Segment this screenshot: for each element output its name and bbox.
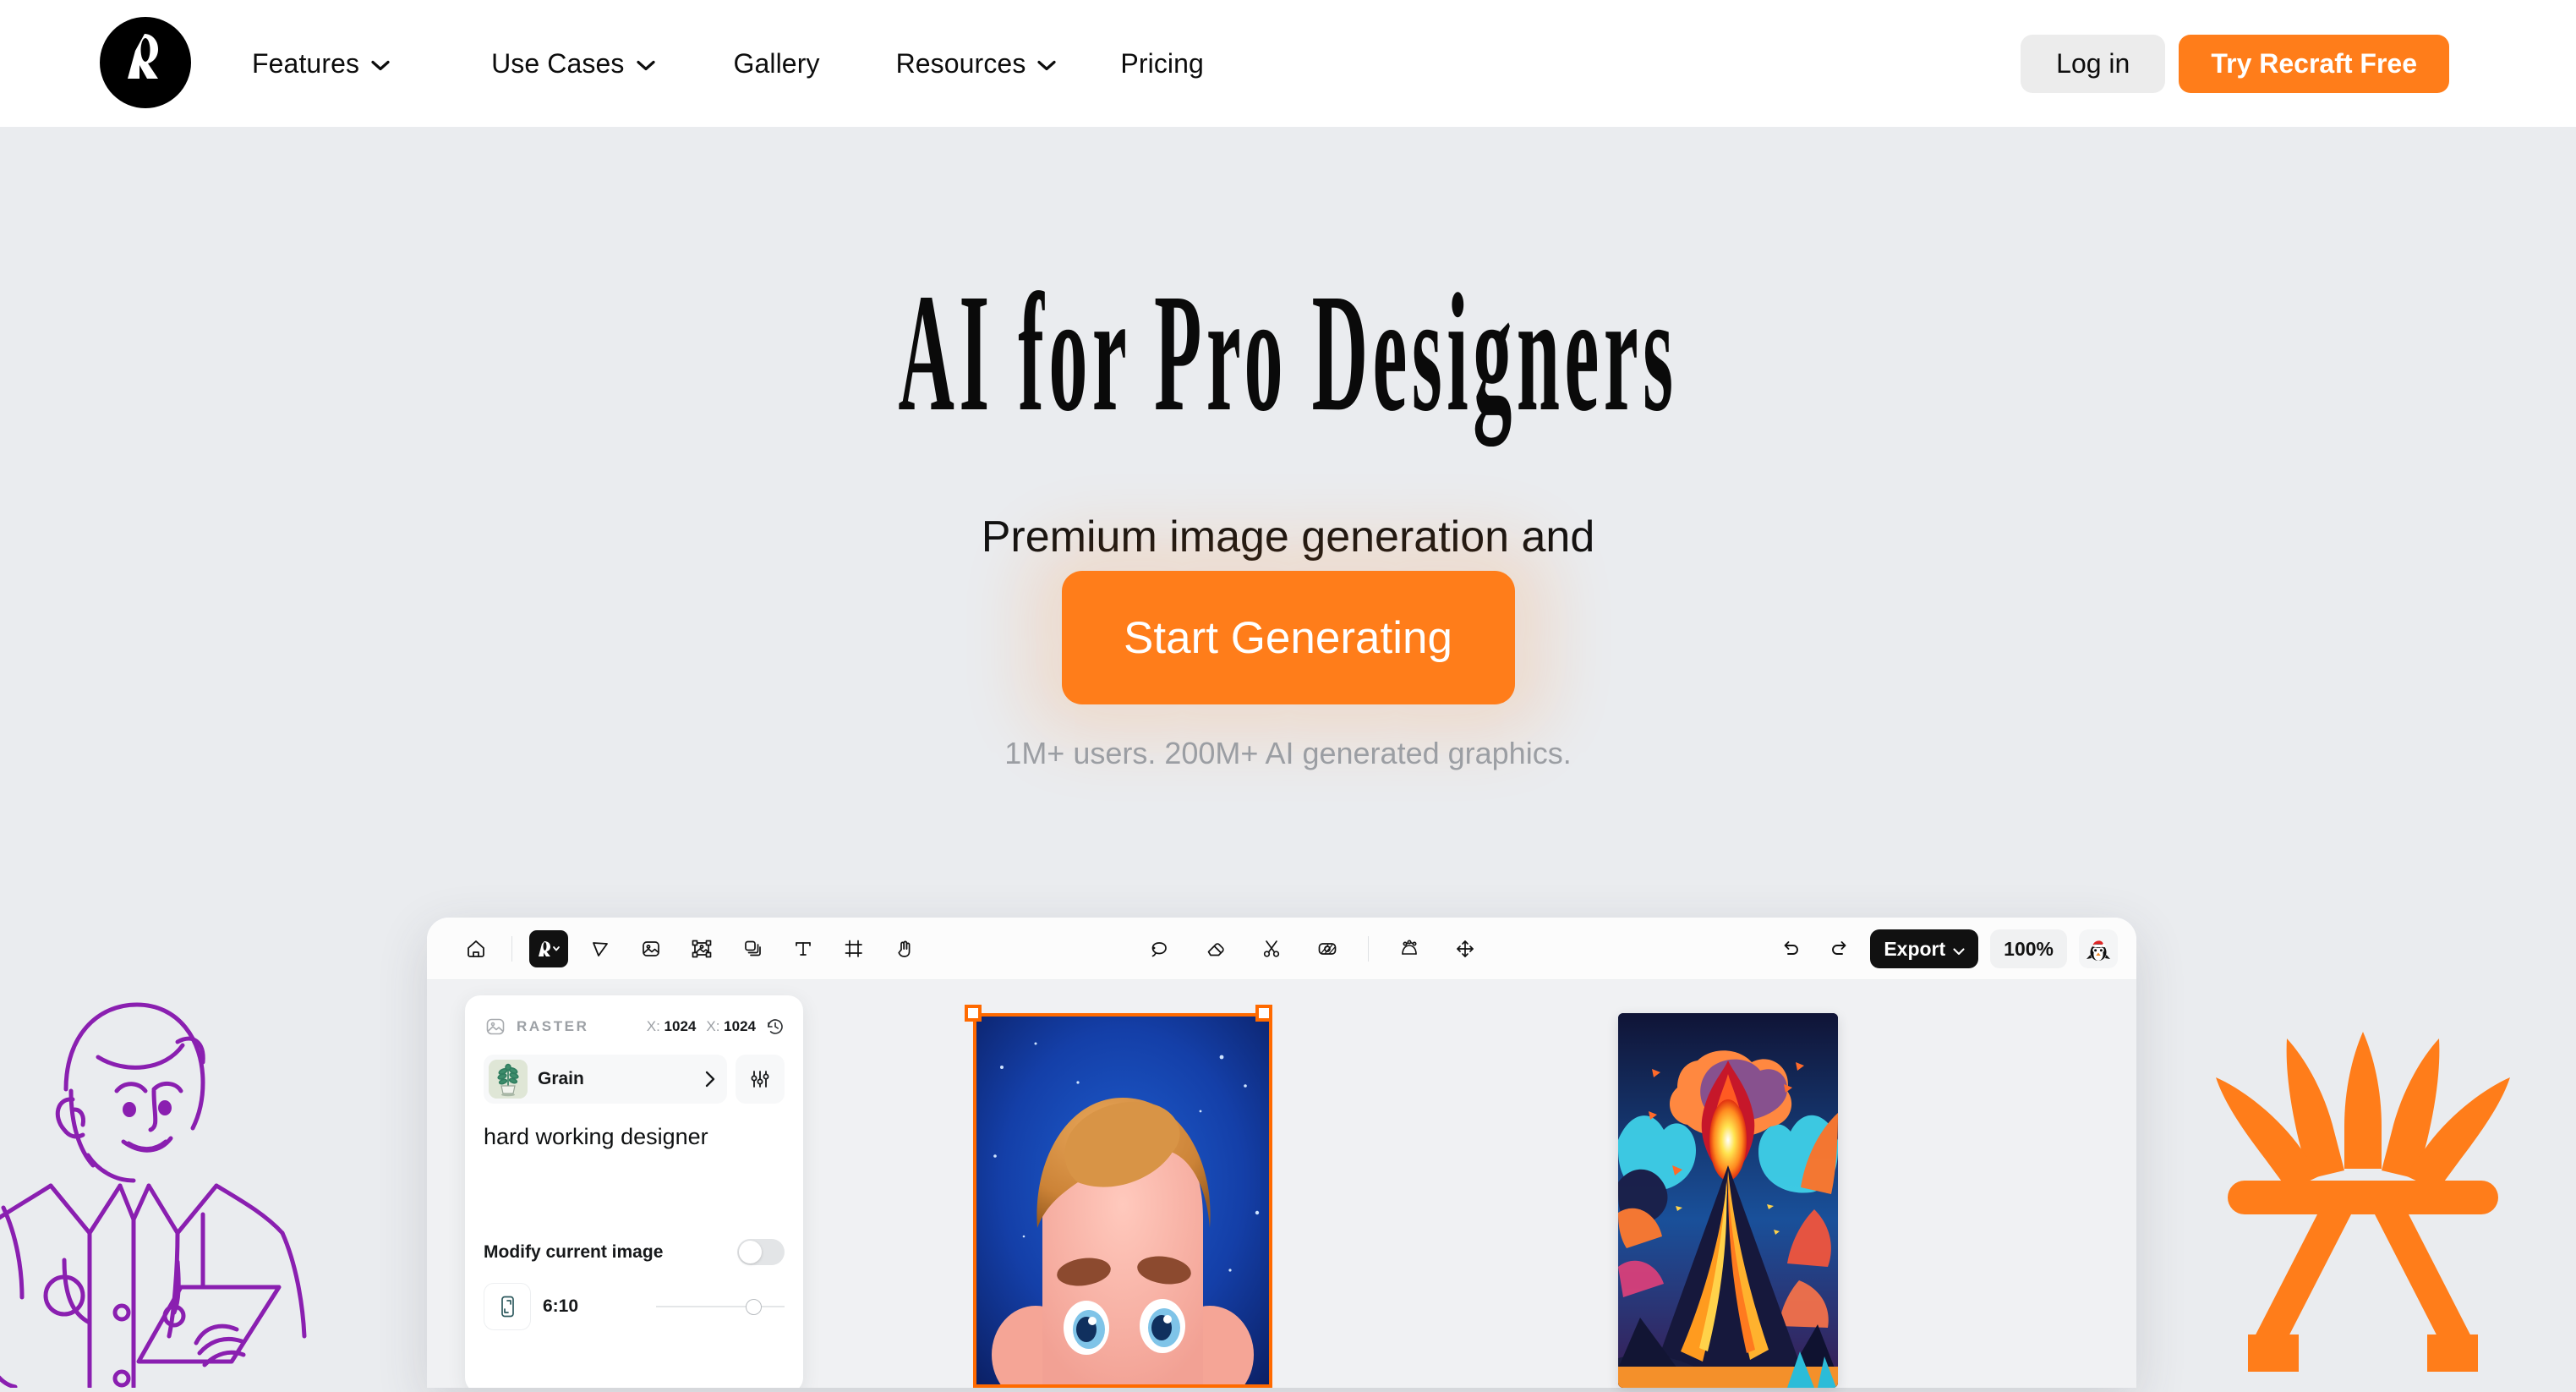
nav-item-resources[interactable]: Resources: [896, 48, 1057, 79]
modify-current-image-toggle[interactable]: [737, 1239, 785, 1265]
layers-icon[interactable]: [734, 930, 771, 967]
artwork-cartoon-boy-portrait[interactable]: [973, 1013, 1272, 1388]
style-selector[interactable]: Grain: [484, 1055, 727, 1104]
nav-links: Features Use Cases Gallery Resources Pri…: [252, 0, 1204, 127]
start-generating-button[interactable]: Start Generating: [1061, 571, 1515, 704]
eraser-icon[interactable]: [1197, 930, 1234, 967]
history-clock-icon[interactable]: [766, 1017, 785, 1036]
move-icon[interactable]: [1447, 930, 1484, 967]
recraft-generate-icon[interactable]: [529, 930, 568, 967]
modify-current-image-label: Modify current image: [484, 1241, 664, 1262]
toolbar-center-group: [1141, 918, 1484, 980]
redo-icon[interactable]: [1821, 930, 1858, 967]
width-field: X: 1024: [647, 1018, 697, 1035]
hero-stats-text: 1M+ users. 200M+ AI generated graphics.: [1004, 736, 1572, 770]
potted-plant-thumbnail: [489, 1060, 528, 1099]
generation-settings-panel: RASTER X: 1024 X: 1024 Grain hard workin…: [465, 995, 803, 1388]
nav-actions: Log in Try Recraft Free: [2021, 0, 2449, 127]
nav-item-pricing[interactable]: Pricing: [1120, 48, 1204, 79]
recraft-logo-icon: [100, 17, 191, 108]
aspect-ratio-icon[interactable]: [484, 1283, 531, 1330]
nav-item-label: Use Cases: [491, 47, 625, 79]
panel-dimensions: X: 1024 X: 1024: [647, 1017, 785, 1036]
app-canvas-body: RASTER X: 1024 X: 1024 Grain hard workin…: [427, 980, 2136, 1388]
frame-tool-icon[interactable]: [835, 930, 872, 967]
nav-item-gallery[interactable]: Gallery: [734, 48, 820, 79]
zoom-level-button[interactable]: 100%: [1990, 929, 2067, 968]
vectorize-icon[interactable]: [683, 930, 720, 967]
width-value: 1024: [664, 1018, 697, 1034]
export-label: Export: [1884, 937, 1946, 960]
hero-subtitle-line-1: Premium image generation and: [981, 512, 1595, 562]
top-navbar: Features Use Cases Gallery Resources Pri…: [0, 0, 2576, 127]
slider-track: [656, 1306, 785, 1307]
chevron-down-icon: [1037, 60, 1057, 71]
nav-item-use-cases[interactable]: Use Cases: [491, 47, 655, 79]
login-button[interactable]: Log in: [2021, 34, 2166, 93]
panel-type-label: RASTER: [517, 1018, 589, 1034]
page-title: AI for Pro Designers: [898, 260, 1678, 447]
style-selector-row: Grain: [484, 1055, 785, 1104]
style-name: Grain: [538, 1069, 584, 1088]
height-label: X:: [706, 1018, 720, 1034]
height-value: 1024: [724, 1018, 756, 1034]
toggle-knob: [739, 1241, 762, 1263]
chevron-down-icon: [636, 60, 655, 71]
chevron-right-icon: [705, 1071, 715, 1088]
image-frame-icon[interactable]: [632, 930, 670, 967]
chevron-down-icon: [1953, 938, 1965, 961]
toolbar-left-group: [457, 918, 923, 980]
text-tool-icon[interactable]: [785, 930, 822, 967]
selection-handle-top-left[interactable]: [965, 1005, 982, 1022]
sliders-icon[interactable]: [736, 1055, 785, 1104]
hand-tool-icon[interactable]: [886, 930, 923, 967]
width-label: X:: [646, 1018, 660, 1034]
panel-header: RASTER X: 1024 X: 1024: [484, 1012, 785, 1041]
nav-item-features[interactable]: Features: [252, 48, 390, 79]
home-icon[interactable]: [457, 930, 495, 967]
try-recraft-free-button[interactable]: Try Recraft Free: [2179, 34, 2449, 93]
selection-handle-top-right[interactable]: [1255, 1005, 1272, 1022]
nav-item-label: Features: [252, 47, 360, 79]
prompt-input[interactable]: hard working designer: [484, 1122, 785, 1152]
nav-item-label: Pricing: [1120, 47, 1204, 79]
nav-item-label: Resources: [895, 47, 1026, 79]
export-button[interactable]: Export: [1870, 929, 1979, 968]
chevron-down-icon: [371, 60, 390, 71]
nav-item-label: Gallery: [733, 47, 820, 79]
raster-type-icon: [484, 1016, 506, 1039]
scissors-icon[interactable]: [1253, 930, 1290, 967]
lasso-icon[interactable]: [1141, 930, 1179, 967]
nodes-icon[interactable]: [1391, 930, 1428, 967]
hero-cta-wrap: Start Generating: [0, 571, 2576, 704]
height-field: X: 1024: [706, 1018, 756, 1035]
aspect-ratio-label: 6:10: [543, 1296, 579, 1316]
aspect-ratio-row: 6:10: [484, 1283, 785, 1330]
toolbar-divider: [1368, 936, 1369, 962]
toolbar-divider: [511, 936, 512, 962]
slider-thumb[interactable]: [746, 1299, 762, 1315]
penguin-avatar[interactable]: [2079, 929, 2118, 968]
app-toolbar: Export 100%: [427, 918, 2136, 980]
undo-icon[interactable]: [1772, 930, 1809, 967]
cursor-select-icon[interactable]: [582, 930, 619, 967]
recraft-logo-link[interactable]: [100, 17, 191, 108]
modify-current-image-row: Modify current image: [484, 1239, 785, 1265]
aspect-ratio-slider[interactable]: [656, 1297, 785, 1316]
texture-icon[interactable]: [1309, 930, 1346, 967]
artwork-volcano-eruption[interactable]: [1618, 1013, 1838, 1388]
app-mockup-window: Export 100% RASTER X: 1024 X: 1024 Grain…: [427, 918, 2136, 1388]
toolbar-right-group: Export 100%: [1772, 918, 2118, 980]
